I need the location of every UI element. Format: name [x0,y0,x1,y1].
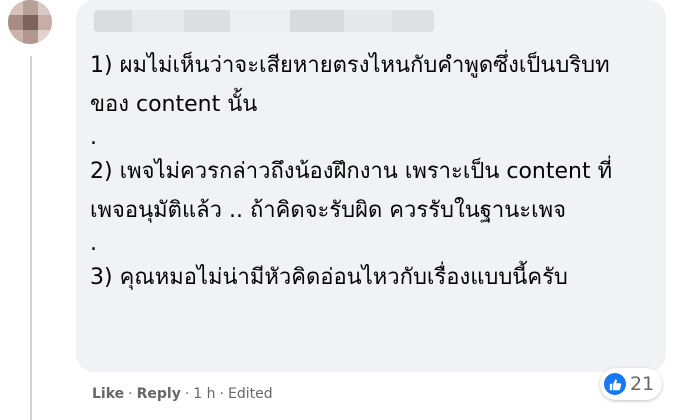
comment-paragraph-3: 3) คุณหมอไม่น่ามีหัวคิดอ่อนไหวกับเรื่องแ… [90,265,568,290]
avatar-pixel [23,15,38,30]
edited-label[interactable]: Edited [228,386,273,402]
separator-dot: · [184,386,190,402]
avatar-pixel [38,30,52,44]
comment-bubble: 1) ผมไม่เห็นว่าจะเสียหายตรงไหนกับคำพูดซึ… [76,0,666,372]
blur-block [132,10,184,32]
avatar-pixel [38,0,52,15]
avatar-pixel [8,30,23,44]
reply-link[interactable]: Reply [137,386,181,402]
avatar[interactable] [8,0,52,44]
like-thumb-icon [604,373,626,395]
blur-block [392,10,434,32]
author-name-blurred[interactable] [94,10,434,32]
blur-block [230,10,290,32]
like-link[interactable]: Like [92,386,124,402]
comment-separator-dot: . [90,231,97,256]
separator-dot: · [219,386,224,402]
comment-paragraph-2: 2) เพจไม่ควรกล่าวถึงน้องฝึกงาน เพราะเป็น… [90,159,613,223]
avatar-pixel [8,15,23,30]
avatar-pixel [38,15,52,30]
blur-block [290,10,344,32]
reactions-summary[interactable]: 21 [600,368,663,400]
comment-actions: Like · Reply · 1 h · Edited [92,386,273,402]
thread-line [30,56,32,420]
comment-paragraph-1: 1) ผมไม่เห็นว่าจะเสียหายตรงไหนกับคำพูดซึ… [90,53,610,117]
comment-separator-dot: . [90,125,97,150]
separator-dot: · [128,386,133,402]
timestamp-link[interactable]: 1 h [193,386,215,402]
blur-block [94,10,132,32]
blur-block [344,10,392,32]
avatar-pixel [23,30,38,44]
avatar-pixel [8,0,23,15]
reaction-count: 21 [630,373,655,395]
blur-block [184,10,230,32]
avatar-pixel [23,0,38,15]
